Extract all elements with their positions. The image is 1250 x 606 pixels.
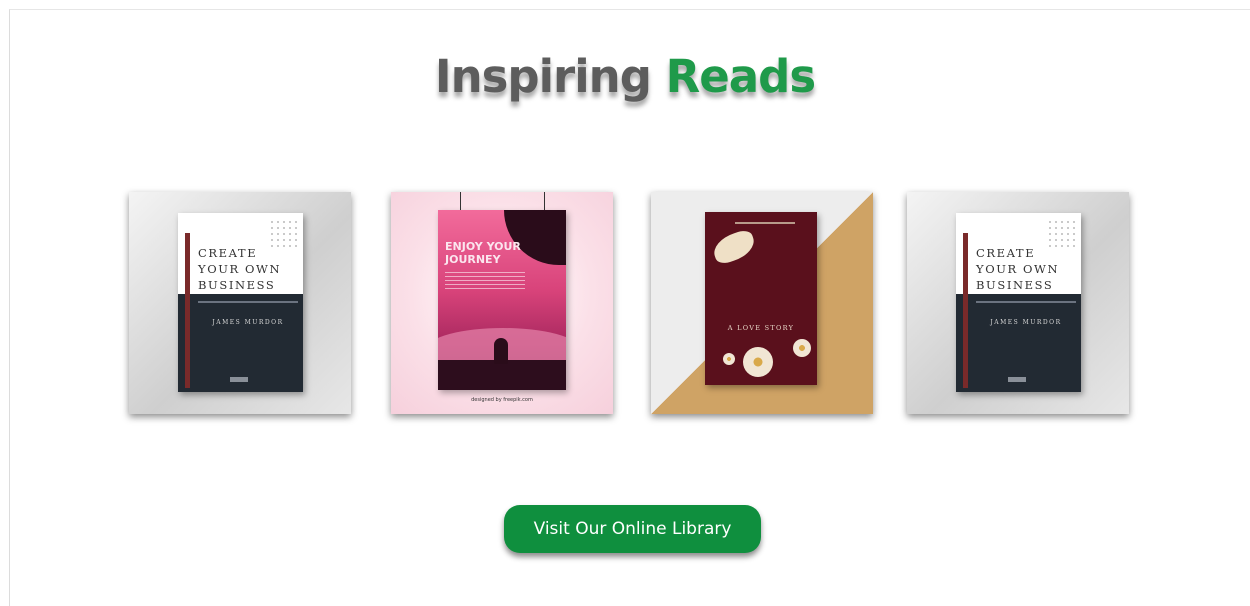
- book-cover-love-story: A LOVE STORY: [705, 212, 817, 385]
- book-cover-journey: ENJOY YOUR JOURNEY: [438, 210, 566, 390]
- book-cover-business: CREATE YOUR OWN BUSINESS JAMES MURDOR: [178, 213, 303, 392]
- book-card-2[interactable]: ENJOY YOUR JOURNEY designed by freepik.c…: [391, 192, 613, 414]
- book-card-4[interactable]: CREATE YOUR OWN BUSINESS JAMES MURDOR: [907, 192, 1129, 414]
- traveler-illustration: [494, 338, 508, 364]
- book-card-3[interactable]: A LOVE STORY: [651, 192, 873, 414]
- flower-illustration: [743, 347, 773, 377]
- title-word-inspiring: Inspiring: [434, 50, 652, 103]
- image-credit: designed by freepik.com: [471, 397, 533, 403]
- book-card-1[interactable]: CREATE YOUR OWN BUSINESS JAMES MURDOR: [129, 192, 351, 414]
- book-title: ENJOY YOUR JOURNEY: [445, 240, 521, 266]
- book-cover-business: CREATE YOUR OWN BUSINESS JAMES MURDOR: [956, 213, 1081, 392]
- book-author: JAMES MURDOR: [212, 319, 284, 326]
- title-word-reads: Reads: [665, 50, 817, 103]
- book-title: CREATE YOUR OWN BUSINESS: [976, 246, 1060, 292]
- visit-library-button[interactable]: Visit Our Online Library: [504, 505, 761, 553]
- page-title: Inspiring Reads: [0, 50, 1250, 103]
- book-author: JAMES MURDOR: [990, 319, 1062, 326]
- book-title: CREATE YOUR OWN BUSINESS: [198, 246, 282, 292]
- book-title: A LOVE STORY: [727, 324, 795, 332]
- bird-illustration: [710, 228, 758, 266]
